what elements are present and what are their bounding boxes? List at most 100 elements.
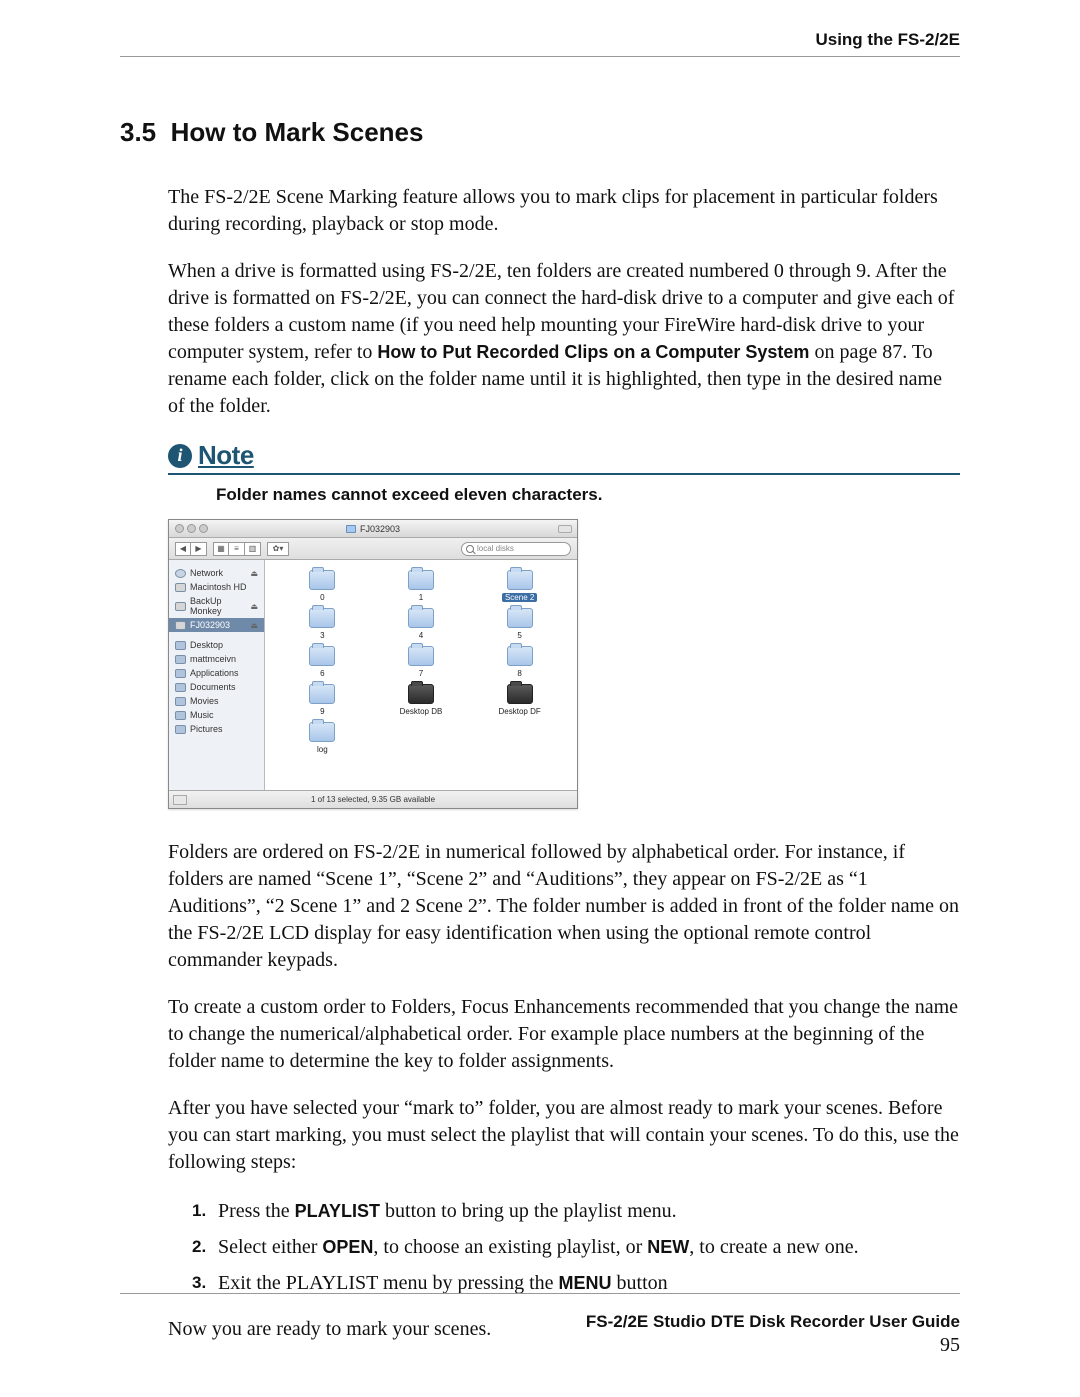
finder-toolbar: ◀ ▶ ▦ ≡ ▥ ✿▾ local disks bbox=[169, 538, 577, 560]
hd-icon bbox=[175, 621, 186, 630]
folder-item: Desktop DF bbox=[470, 684, 569, 716]
step-number: 2. bbox=[192, 1232, 218, 1262]
network-icon bbox=[175, 569, 186, 578]
database-icon bbox=[408, 684, 434, 704]
folder-item: 7 bbox=[372, 646, 471, 678]
sidebar-item: mattmceivn bbox=[169, 652, 264, 666]
window-title-text: FJ032903 bbox=[360, 524, 400, 534]
folder-item: 1 bbox=[372, 570, 471, 602]
status-handle-icon bbox=[173, 795, 187, 805]
sidebar-item: Documents bbox=[169, 680, 264, 694]
nav-buttons: ◀ ▶ bbox=[175, 542, 207, 556]
status-text: 1 of 13 selected, 9.35 GB available bbox=[311, 795, 435, 804]
pictures-icon bbox=[175, 725, 186, 734]
search-icon bbox=[466, 545, 474, 553]
sidebar-item: Applications bbox=[169, 666, 264, 680]
sidebar-item-label: Macintosh HD bbox=[190, 582, 247, 592]
folder-label: 4 bbox=[419, 631, 423, 640]
sidebar-item: FJ032903⏏ bbox=[169, 618, 264, 632]
folder-item: 3 bbox=[273, 608, 372, 640]
step-keyword: NEW bbox=[647, 1237, 689, 1257]
folder-item: 6 bbox=[273, 646, 372, 678]
folder-label: 6 bbox=[320, 669, 324, 678]
finder-content: 01Scene 23456789Desktop DBDesktop DFlog bbox=[265, 560, 577, 790]
search-field: local disks bbox=[461, 542, 571, 556]
finder-statusbar: 1 of 13 selected, 9.35 GB available bbox=[169, 790, 577, 808]
sidebar-item-label: Applications bbox=[190, 668, 239, 678]
finder-body: Network⏏Macintosh HDBackUp Monkey⏏FJ0329… bbox=[169, 560, 577, 790]
folder-item: Scene 2 bbox=[470, 570, 569, 602]
folder-icon bbox=[175, 641, 186, 650]
info-icon: i bbox=[168, 444, 192, 468]
hd-icon bbox=[175, 602, 186, 611]
folder-icon bbox=[309, 646, 335, 666]
folder-icon bbox=[408, 646, 434, 666]
section-title-text: How to Mark Scenes bbox=[171, 117, 424, 147]
home-icon bbox=[175, 655, 186, 664]
forward-icon: ▶ bbox=[191, 542, 207, 556]
folder-icon bbox=[309, 722, 335, 742]
music-icon bbox=[175, 711, 186, 720]
sidebar-item: Desktop bbox=[169, 638, 264, 652]
action-menu-icon: ✿▾ bbox=[267, 542, 289, 556]
sidebar-item-label: Network bbox=[190, 568, 223, 578]
step-number: 1. bbox=[192, 1196, 218, 1226]
folder-item: 9 bbox=[273, 684, 372, 716]
section-number: 3.5 bbox=[120, 117, 156, 147]
hd-icon bbox=[175, 583, 186, 592]
folder-item: log bbox=[273, 722, 372, 754]
folder-icon bbox=[309, 608, 335, 628]
sidebar-item-label: Desktop bbox=[190, 640, 223, 650]
paragraph: To create a custom order to Folders, Foc… bbox=[168, 994, 960, 1075]
list-view-icon: ≡ bbox=[229, 542, 245, 556]
footer-rule bbox=[120, 1293, 960, 1294]
folder-label: 9 bbox=[320, 707, 324, 716]
folder-icon bbox=[309, 570, 335, 590]
paragraph: The FS-2/2E Scene Marking feature allows… bbox=[168, 184, 960, 238]
folder-icon bbox=[507, 570, 533, 590]
sidebar-item-label: mattmceivn bbox=[190, 654, 236, 664]
folder-icon bbox=[408, 608, 434, 628]
note-label: Note bbox=[198, 440, 254, 471]
sidebar-item-label: Pictures bbox=[190, 724, 223, 734]
folder-icon bbox=[507, 608, 533, 628]
icon-view-icon: ▦ bbox=[213, 542, 229, 556]
finder-titlebar: FJ032903 bbox=[169, 520, 577, 538]
folder-label: Scene 2 bbox=[502, 593, 537, 602]
finder-sidebar: Network⏏Macintosh HDBackUp Monkey⏏FJ0329… bbox=[169, 560, 265, 790]
sidebar-item: BackUp Monkey⏏ bbox=[169, 594, 264, 618]
folder-item: 0 bbox=[273, 570, 372, 602]
step-item: 1.Press the PLAYLIST button to bring up … bbox=[192, 1196, 960, 1226]
folder-icon bbox=[175, 683, 186, 692]
database-icon bbox=[507, 684, 533, 704]
view-buttons: ▦ ≡ ▥ bbox=[213, 542, 261, 556]
back-icon: ◀ bbox=[175, 542, 191, 556]
eject-icon: ⏏ bbox=[250, 569, 258, 578]
sidebar-item-label: BackUp Monkey bbox=[190, 596, 246, 616]
folder-label: 3 bbox=[320, 631, 324, 640]
page-number: 95 bbox=[120, 1334, 960, 1357]
sidebar-item: Pictures bbox=[169, 722, 264, 736]
folder-item: 8 bbox=[470, 646, 569, 678]
sidebar-item: Network ⏏ bbox=[169, 566, 264, 580]
folder-label: 0 bbox=[320, 593, 324, 602]
sidebar-item-label: Music bbox=[190, 710, 214, 720]
step-item: 2.Select either OPEN, to choose an exist… bbox=[192, 1232, 960, 1262]
folder-icon bbox=[507, 646, 533, 666]
sidebar-item-label: FJ032903 bbox=[190, 620, 230, 630]
folder-icon bbox=[309, 684, 335, 704]
step-list: 1.Press the PLAYLIST button to bring up … bbox=[192, 1196, 960, 1298]
paragraph: Folders are ordered on FS-2/2E in numeri… bbox=[168, 839, 960, 974]
header-rule bbox=[120, 56, 960, 57]
section-heading: 3.5 How to Mark Scenes bbox=[120, 117, 960, 148]
xref-bold: How to Put Recorded Clips on a Computer … bbox=[377, 342, 809, 362]
folder-item: 4 bbox=[372, 608, 471, 640]
finder-window: FJ032903 ◀ ▶ ▦ ≡ ▥ ✿▾ bbox=[168, 519, 578, 809]
folder-label: 8 bbox=[517, 669, 521, 678]
sidebar-item: Macintosh HD bbox=[169, 580, 264, 594]
step-keyword: MENU bbox=[559, 1273, 612, 1293]
folder-label: Desktop DB bbox=[400, 707, 443, 716]
column-view-icon: ▥ bbox=[245, 542, 261, 556]
paragraph: After you have selected your “mark to” f… bbox=[168, 1095, 960, 1176]
sidebar-item: Movies bbox=[169, 694, 264, 708]
